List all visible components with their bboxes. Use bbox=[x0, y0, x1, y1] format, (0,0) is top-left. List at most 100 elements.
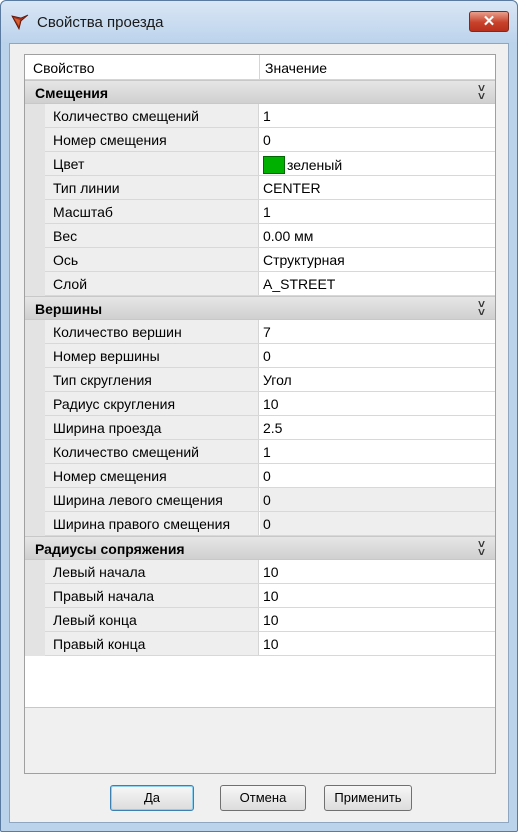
app-logo-icon bbox=[11, 14, 29, 31]
property-name: Количество смещений bbox=[45, 104, 259, 127]
property-value-text: 1 bbox=[263, 108, 271, 124]
property-row[interactable]: Левый конца 10 bbox=[25, 608, 495, 632]
property-row[interactable]: Цвет зеленый bbox=[25, 152, 495, 176]
property-value[interactable]: 1 bbox=[260, 104, 495, 127]
apply-button[interactable]: Применить bbox=[324, 785, 412, 811]
dialog-window: Свойства проезда ✕ Свойство Значение Сме… bbox=[0, 0, 518, 832]
property-row[interactable]: Количество смещений 1 bbox=[25, 104, 495, 128]
property-row[interactable]: Масштаб 1 bbox=[25, 200, 495, 224]
property-value[interactable]: 2.5 bbox=[260, 416, 495, 439]
property-value[interactable]: 0 bbox=[260, 128, 495, 151]
row-gutter bbox=[25, 128, 45, 152]
property-name: Количество смещений bbox=[45, 440, 259, 463]
collapse-chevron-icon[interactable]: ˅ ˅ bbox=[478, 538, 485, 558]
property-row[interactable]: Ось Структурная bbox=[25, 248, 495, 272]
property-row[interactable]: Слой A_STREET bbox=[25, 272, 495, 296]
property-row[interactable]: Тип линии CENTER bbox=[25, 176, 495, 200]
row-gutter bbox=[25, 320, 45, 344]
row-gutter bbox=[25, 632, 45, 656]
property-value[interactable]: зеленый bbox=[260, 152, 495, 175]
row-gutter bbox=[25, 224, 45, 248]
property-value-text: 0 bbox=[263, 516, 271, 532]
row-gutter bbox=[25, 104, 45, 128]
color-swatch bbox=[263, 156, 285, 174]
cancel-button[interactable]: Отмена bbox=[220, 785, 306, 811]
property-row[interactable]: Правый конца 10 bbox=[25, 632, 495, 656]
property-name: Правый начала bbox=[45, 584, 259, 607]
row-gutter bbox=[25, 416, 45, 440]
property-row[interactable]: Количество смещений 1 bbox=[25, 440, 495, 464]
property-name: Ось bbox=[45, 248, 259, 271]
property-grid: Свойство Значение Смещения ˅ ˅ Количество с… bbox=[24, 54, 496, 774]
row-gutter bbox=[25, 392, 45, 416]
property-value[interactable]: 7 bbox=[260, 320, 495, 343]
ok-button[interactable]: Да bbox=[110, 785, 194, 811]
property-name: Вес bbox=[45, 224, 259, 247]
property-row[interactable]: Номер смещения 0 bbox=[25, 128, 495, 152]
property-value[interactable]: 0 bbox=[260, 344, 495, 367]
property-value[interactable]: 1 bbox=[260, 440, 495, 463]
property-row[interactable]: Количество вершин 7 bbox=[25, 320, 495, 344]
title-bar[interactable]: Свойства проезда ✕ bbox=[1, 1, 517, 43]
property-value[interactable]: 10 bbox=[260, 608, 495, 631]
property-row[interactable]: Номер смещения 0 bbox=[25, 464, 495, 488]
property-row[interactable]: Ширина проезда 2.5 bbox=[25, 416, 495, 440]
description-panel bbox=[25, 707, 495, 773]
section-header[interactable]: Радиусы сопряжения ˅ ˅ bbox=[25, 536, 495, 560]
row-gutter bbox=[25, 488, 45, 512]
property-name: Слой bbox=[45, 272, 259, 295]
property-value[interactable]: 10 bbox=[260, 392, 495, 415]
property-value[interactable]: CENTER bbox=[260, 176, 495, 199]
close-button[interactable]: ✕ bbox=[469, 11, 509, 32]
row-gutter bbox=[25, 272, 45, 296]
property-row[interactable]: Тип скругления Угол bbox=[25, 368, 495, 392]
close-icon: ✕ bbox=[482, 13, 496, 30]
row-gutter bbox=[25, 152, 45, 176]
property-value[interactable]: 10 bbox=[260, 632, 495, 655]
property-row[interactable]: Правый начала 10 bbox=[25, 584, 495, 608]
property-value[interactable]: 10 bbox=[260, 584, 495, 607]
property-name: Цвет bbox=[45, 152, 259, 175]
property-value[interactable]: 0.00 мм bbox=[260, 224, 495, 247]
property-value-text: 0 bbox=[263, 132, 271, 148]
header-value[interactable]: Значение bbox=[265, 60, 327, 76]
header-divider[interactable] bbox=[259, 55, 260, 79]
row-gutter bbox=[25, 512, 45, 536]
property-name: Количество вершин bbox=[45, 320, 259, 343]
property-value[interactable]: 1 bbox=[260, 200, 495, 223]
section-header[interactable]: Смещения ˅ ˅ bbox=[25, 80, 495, 104]
property-value[interactable]: 0 bbox=[260, 488, 495, 511]
property-value[interactable]: 0 bbox=[260, 464, 495, 487]
property-name: Ширина правого смещения bbox=[45, 512, 259, 535]
property-value[interactable]: A_STREET bbox=[260, 272, 495, 295]
property-value-text: 2.5 bbox=[263, 420, 283, 436]
property-value[interactable]: Структурная bbox=[260, 248, 495, 271]
property-name: Левый начала bbox=[45, 560, 259, 583]
row-gutter bbox=[25, 344, 45, 368]
collapse-chevron-icon[interactable]: ˅ ˅ bbox=[478, 298, 485, 318]
property-row[interactable]: Ширина левого смещения 0 bbox=[25, 488, 495, 512]
row-gutter bbox=[25, 248, 45, 272]
property-row[interactable]: Номер вершины 0 bbox=[25, 344, 495, 368]
property-value-text: 0 bbox=[263, 468, 271, 484]
property-row[interactable]: Левый начала 10 bbox=[25, 560, 495, 584]
property-name: Номер смещения bbox=[45, 128, 259, 151]
property-value-text: CENTER bbox=[263, 180, 321, 196]
property-value-text: 10 bbox=[263, 564, 279, 580]
property-name: Левый конца bbox=[45, 608, 259, 631]
property-name: Ширина левого смещения bbox=[45, 488, 259, 511]
property-value-text: Угол bbox=[263, 372, 292, 388]
property-value[interactable]: 0 bbox=[260, 512, 495, 535]
property-name: Номер смещения bbox=[45, 464, 259, 487]
header-property[interactable]: Свойство bbox=[33, 60, 94, 76]
row-gutter bbox=[25, 584, 45, 608]
property-value[interactable]: Угол bbox=[260, 368, 495, 391]
property-row[interactable]: Радиус скругления 10 bbox=[25, 392, 495, 416]
property-value[interactable]: 10 bbox=[260, 560, 495, 583]
collapse-chevron-icon[interactable]: ˅ ˅ bbox=[478, 82, 485, 102]
section-header[interactable]: Вершины ˅ ˅ bbox=[25, 296, 495, 320]
property-row[interactable]: Ширина правого смещения 0 bbox=[25, 512, 495, 536]
row-gutter bbox=[25, 176, 45, 200]
property-row[interactable]: Вес 0.00 мм bbox=[25, 224, 495, 248]
property-value-text: 1 bbox=[263, 444, 271, 460]
